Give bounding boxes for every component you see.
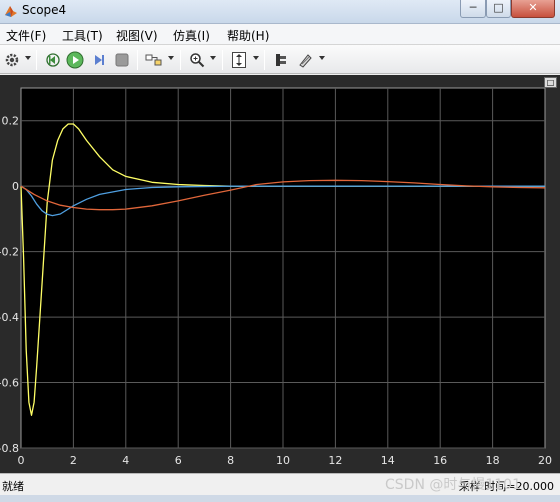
x-tick-label: 20 xyxy=(538,454,552,467)
x-tick-label: 0 xyxy=(18,454,25,467)
x-tick-label: 2 xyxy=(70,454,77,467)
y-tick-label: 0.2 xyxy=(2,115,20,128)
toolbar-separator xyxy=(36,50,37,70)
stop-icon[interactable] xyxy=(113,51,131,69)
y-tick-label: -0.6 xyxy=(0,377,19,390)
window-title: Scope4 xyxy=(22,3,67,17)
menu-help[interactable]: 帮助(H) xyxy=(227,27,269,44)
step-back-icon[interactable] xyxy=(44,51,62,69)
menu-view[interactable]: 视图(V) xyxy=(116,27,158,44)
x-tick-label: 14 xyxy=(381,454,395,467)
toolbar-separator xyxy=(222,50,223,70)
style-icon[interactable] xyxy=(296,51,314,69)
highlight-dropdown-icon[interactable] xyxy=(168,56,174,60)
scope-axes: 0 2 4 6 8 10 12 14 16 18 20 0.2 0 -0.2 -0.4 -0.6 -0.8 xyxy=(0,87,552,467)
y-tick-label: 0 xyxy=(12,180,19,193)
menu-simulation[interactable]: 仿真(I) xyxy=(173,27,210,44)
y-tick-label: -0.4 xyxy=(0,311,19,324)
watermark: CSDN @时与慢1101 xyxy=(385,477,521,493)
autoscale-dropdown-icon[interactable] xyxy=(253,56,259,60)
title-bar: Scope4 ─ □ ✕ xyxy=(0,0,560,24)
x-tick-label: 10 xyxy=(276,454,290,467)
x-tick-label: 16 xyxy=(433,454,447,467)
scope-plot-area: 0 2 4 6 8 10 12 14 16 18 20 0.2 0 -0.2 -0.4 -0.6 -0.8 xyxy=(0,75,560,473)
zoom-dropdown-icon[interactable] xyxy=(210,56,216,60)
menu-bar: 文件(F) 工具(T) 视图(V) 仿真(I) 帮助(H) xyxy=(0,24,560,44)
y-tick-label: -0.2 xyxy=(0,246,19,259)
step-forward-icon[interactable] xyxy=(90,51,108,69)
run-icon[interactable] xyxy=(66,51,84,69)
autoscale-icon[interactable] xyxy=(230,51,248,69)
maximize-button[interactable]: □ xyxy=(486,0,511,18)
menu-file[interactable]: 文件(F) xyxy=(6,27,46,44)
minimize-button[interactable]: ─ xyxy=(460,0,486,18)
signal-selector-icon[interactable] xyxy=(272,51,290,69)
style-dropdown-icon[interactable] xyxy=(319,56,325,60)
x-tick-label: 8 xyxy=(227,454,234,467)
gear-dropdown-icon[interactable] xyxy=(25,56,31,60)
x-tick-label: 12 xyxy=(328,454,342,467)
toolbar-separator xyxy=(137,50,138,70)
status-text: 就绪 xyxy=(2,480,24,493)
undock-icon[interactable]: □ xyxy=(544,77,557,88)
zoom-in-icon[interactable] xyxy=(188,51,206,69)
y-tick-label: -0.8 xyxy=(0,442,19,455)
toolbar-separator xyxy=(180,50,181,70)
x-tick-label: 18 xyxy=(486,454,500,467)
menu-tools[interactable]: 工具(T) xyxy=(62,27,103,44)
close-button[interactable]: ✕ xyxy=(511,0,555,18)
matlab-logo-icon xyxy=(5,6,17,17)
x-tick-label: 6 xyxy=(175,454,182,467)
highlight-model-icon[interactable] xyxy=(145,51,163,69)
toolbar-separator xyxy=(264,50,265,70)
gear-icon[interactable] xyxy=(3,51,21,69)
window-bottom-edge xyxy=(0,495,560,502)
x-tick-label: 4 xyxy=(122,454,129,467)
toolbar xyxy=(0,44,560,74)
